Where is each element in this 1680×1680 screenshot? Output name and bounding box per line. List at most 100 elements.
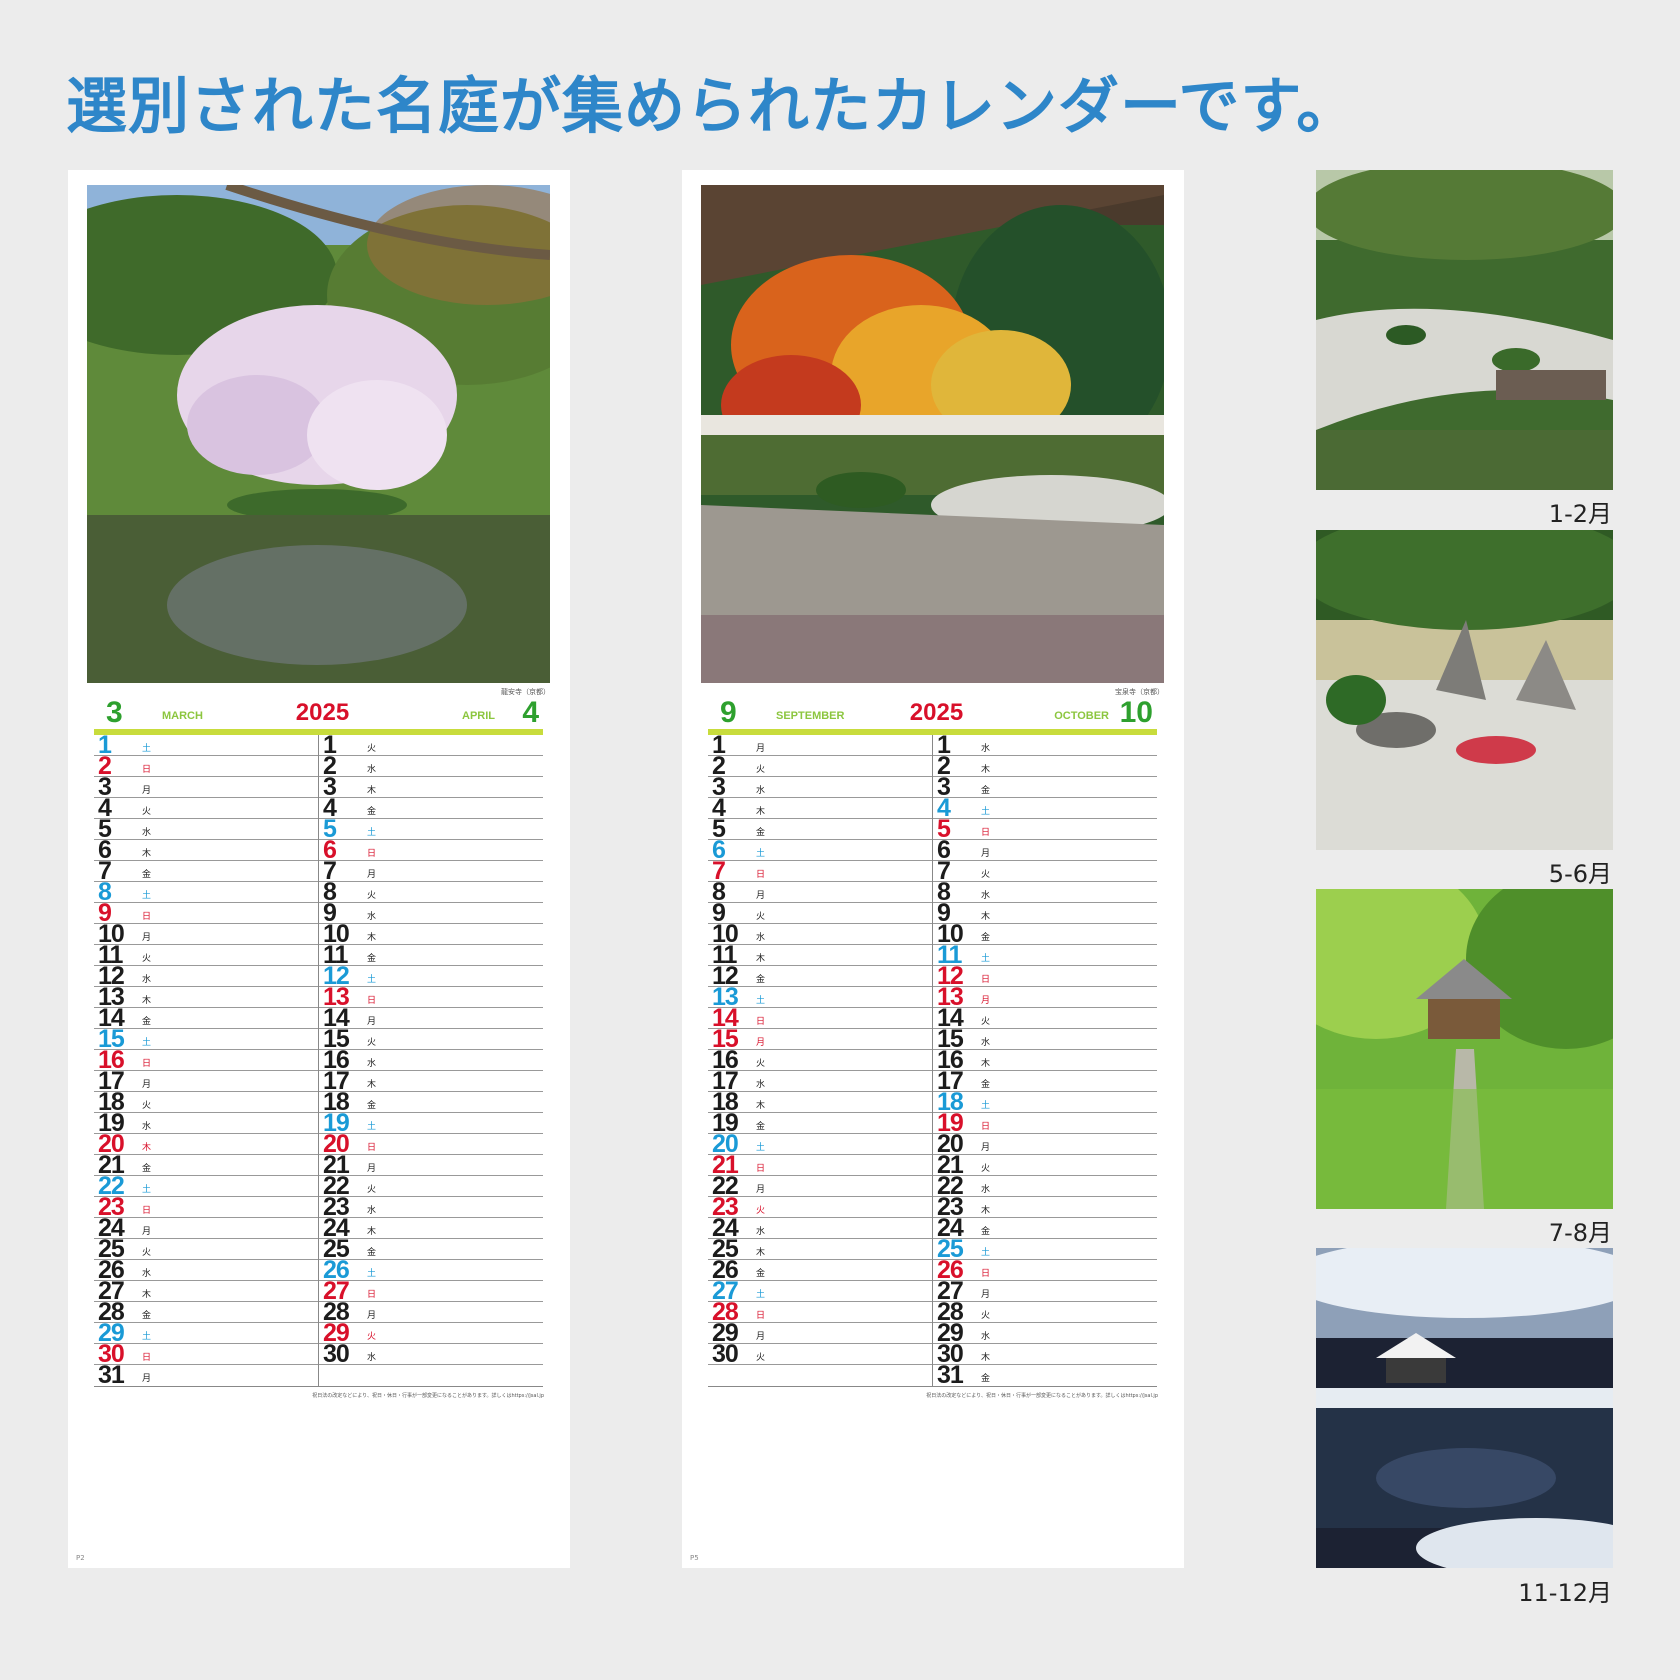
day-of-week: 火	[981, 1017, 991, 1027]
thumbnail-zen-garden	[1316, 170, 1613, 490]
day-of-week: 金	[981, 1227, 991, 1237]
day-row: 25 木	[708, 1237, 932, 1262]
day-of-week: 火	[981, 1311, 991, 1321]
day-of-week: 木	[981, 1353, 991, 1363]
day-of-week: 日	[756, 870, 766, 880]
day-of-week: 水	[756, 786, 766, 796]
day-row: 14 月	[319, 1006, 543, 1031]
day-of-week: 火	[981, 870, 991, 880]
day-of-week: 火	[142, 954, 152, 964]
day-of-week: 木	[981, 912, 991, 922]
day-of-week: 火	[142, 1248, 152, 1258]
day-row	[319, 1365, 543, 1386]
thumbnail-label: 11-12月	[1518, 1579, 1612, 1607]
day-row: 17 水	[708, 1069, 932, 1094]
day-of-week: 日	[756, 1017, 766, 1027]
day-row: 4木	[708, 796, 932, 821]
day-row: 3金	[933, 775, 1157, 800]
day-of-week: 土	[367, 1269, 377, 1279]
headline: 選別された名庭が集められたカレンダーです。	[66, 71, 1359, 142]
day-row: 6日	[319, 838, 543, 863]
day-of-week: 土	[756, 996, 766, 1006]
footer-note: 祝日法の改定などにより、祝日・休日・行事が一部変更になることがあります。詳しくは…	[926, 1393, 1158, 1399]
calendar-grid: 1 月 2 火 3 水 4 木 5 金 6 土 7 日 8 月 9 火 10 水 11 木 12 金 13 土 14 日 15 月 16 火 1…	[708, 729, 1157, 1388]
month-header: 3 MARCH 2025 APRIL 4	[94, 698, 551, 730]
day-of-week: 金	[756, 1122, 766, 1132]
day-of-week: 月	[981, 1290, 991, 1300]
right-month-name: OCTOBER	[1054, 710, 1109, 722]
day-of-week: 日	[142, 765, 152, 775]
day-of-week: 水	[756, 1227, 766, 1237]
day-row: 16 火	[708, 1048, 932, 1073]
day-of-week: 土	[142, 891, 152, 901]
day-row: 20 月	[933, 1132, 1157, 1157]
day-of-week: 日	[756, 1164, 766, 1174]
day-of-week: 土	[367, 1122, 377, 1132]
day-of-week: 木	[142, 849, 152, 859]
day-of-week: 火	[756, 1059, 766, 1069]
day-of-week: 月	[142, 1080, 152, 1090]
day-of-week: 木	[981, 1206, 991, 1216]
right-month-number: 4	[522, 696, 539, 729]
day-of-week: 金	[981, 1080, 991, 1090]
day-of-week: 木	[142, 1143, 152, 1153]
day-row: 28 月	[319, 1300, 543, 1325]
day-of-week: 火	[367, 1185, 377, 1195]
day-of-week: 木	[367, 933, 377, 943]
day-of-week: 水	[756, 933, 766, 943]
day-row: 5土	[319, 817, 543, 842]
day-of-week: 土	[142, 744, 152, 754]
day-of-week: 火	[142, 1101, 152, 1111]
calendar-page-march-april: 龍安寺（京都） 3 MARCH 2025 APRIL 4 1土2日3月4火5水6…	[68, 170, 570, 1568]
day-of-week: 金	[756, 1269, 766, 1279]
day-of-week: 月	[367, 1311, 377, 1321]
right-month-column: 1 水 2 木 3 金 4 土 5 日 6 月 7 火 8 水 9 木 10 金 11 土 12 日 13 月 14 火 15 水 16 木 1…	[933, 733, 1157, 1388]
day-of-week: 月	[756, 1038, 766, 1048]
day-of-week: 月	[981, 849, 991, 859]
day-row: 14 金	[94, 1006, 318, 1031]
day-of-week: 土	[142, 1332, 152, 1342]
day-of-week: 水	[142, 1122, 152, 1132]
day-row: 19 土	[319, 1111, 543, 1136]
day-of-week: 月	[981, 996, 991, 1006]
day-of-week: 土	[142, 1185, 152, 1195]
month-header: 9 SEPTEMBER 2025 OCTOBER 10	[708, 698, 1165, 730]
day-row: 13 木	[94, 985, 318, 1010]
day-row: 20 日	[319, 1132, 543, 1157]
day-of-week: 日	[367, 996, 377, 1006]
day-row: 1火	[319, 733, 543, 758]
day-row: 31 金	[933, 1363, 1157, 1388]
day-of-week: 水	[981, 1038, 991, 1048]
day-of-week: 金	[756, 828, 766, 838]
day-row: 13 土	[708, 985, 932, 1010]
day-of-week: 日	[142, 912, 152, 922]
day-row: 26 日	[933, 1258, 1157, 1283]
day-of-week: 日	[756, 1311, 766, 1321]
day-of-week: 金	[981, 1374, 991, 1384]
day-of-week: 土	[367, 975, 377, 985]
day-of-week: 水	[367, 1353, 377, 1363]
day-row: 30 木	[933, 1342, 1157, 1367]
day-of-week: 水	[142, 828, 152, 838]
day-row: 10 木	[319, 922, 543, 947]
day-of-week: 月	[367, 870, 377, 880]
day-row: 8土	[94, 880, 318, 905]
day-row: 15 火	[319, 1027, 543, 1052]
day-of-week: 日	[981, 975, 991, 985]
day-row: 1土	[94, 733, 318, 758]
day-of-week: 金	[367, 1101, 377, 1111]
day-of-week: 水	[367, 1059, 377, 1069]
day-row: 23 日	[94, 1195, 318, 1220]
day-of-week: 火	[756, 765, 766, 775]
right-month-name: APRIL	[462, 710, 495, 722]
day-row: 12 土	[319, 964, 543, 989]
page-number: P2	[76, 1554, 85, 1562]
day-of-week: 木	[756, 1248, 766, 1258]
day-row: 12 日	[933, 964, 1157, 989]
day-of-week: 火	[981, 1164, 991, 1174]
day-row: 22 土	[94, 1174, 318, 1199]
day-of-week: 土	[981, 1248, 991, 1258]
day-of-week: 土	[756, 1143, 766, 1153]
thumbnail-label: 5-6月	[1548, 860, 1612, 888]
day-row: 24 水	[708, 1216, 932, 1241]
